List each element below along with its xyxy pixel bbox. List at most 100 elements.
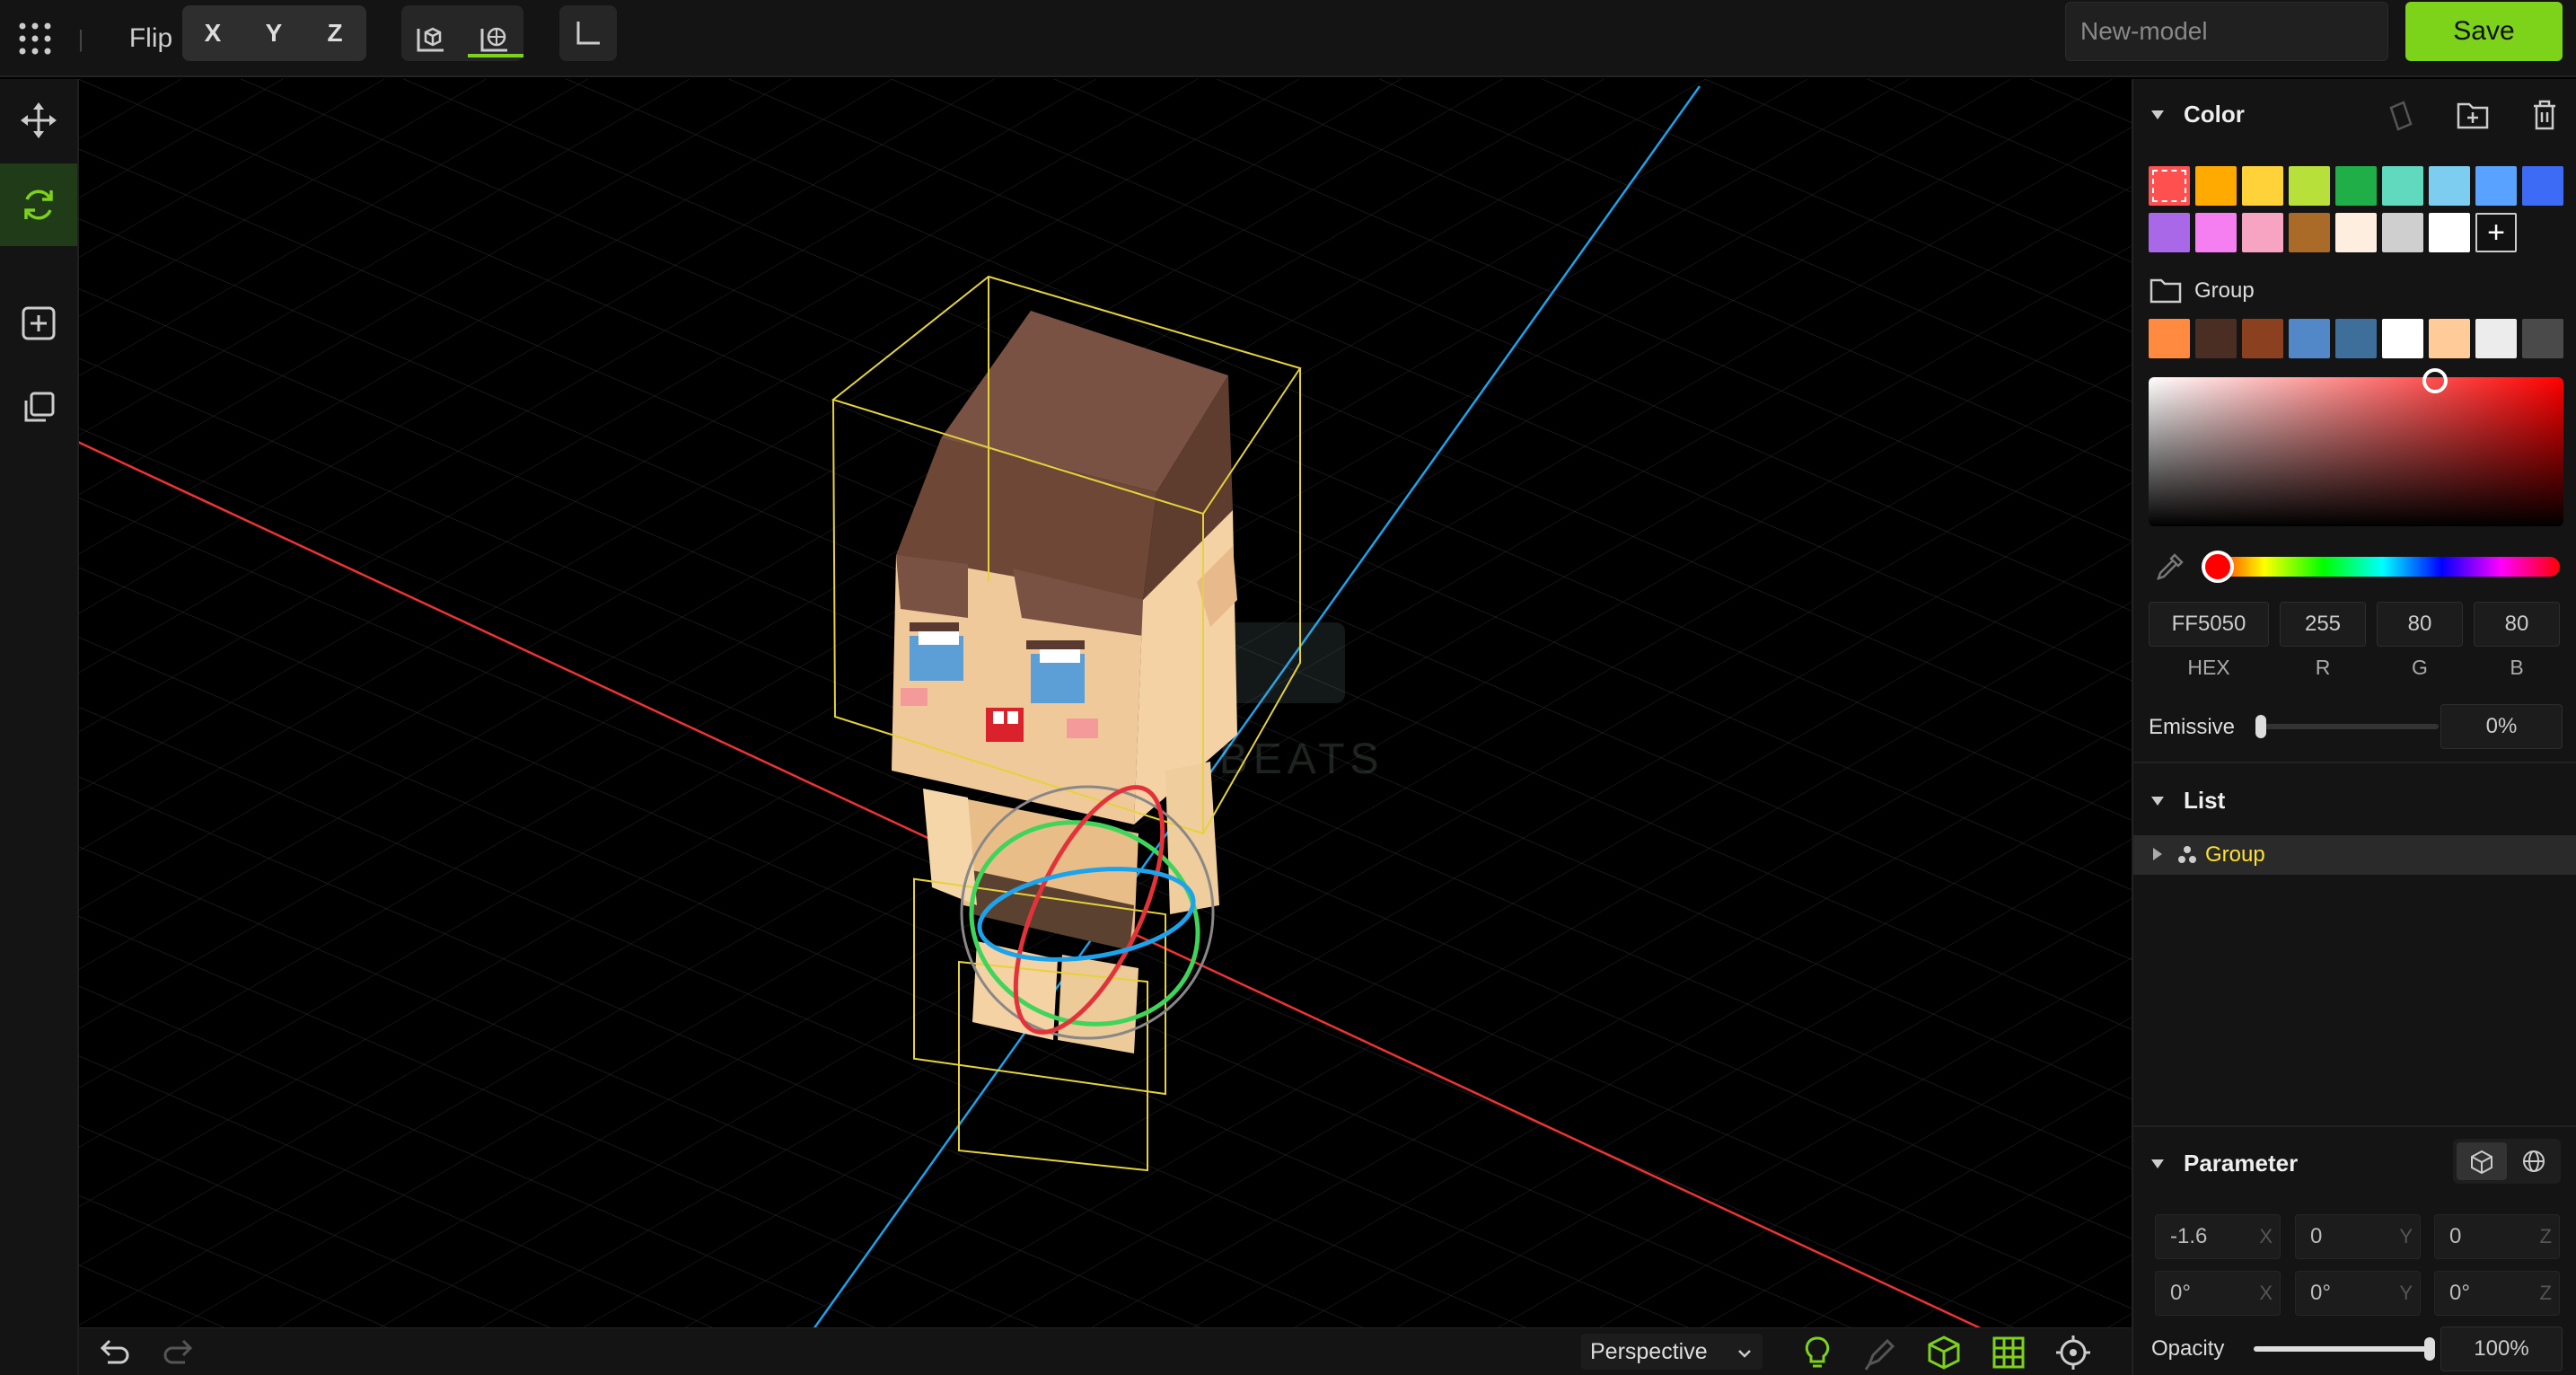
local-space-icon[interactable] <box>409 0 453 77</box>
move-icon <box>21 102 57 138</box>
g-label: G <box>2412 656 2428 679</box>
axis-label-x: X <box>2259 1225 2273 1247</box>
sv-picker-handle[interactable] <box>2422 368 2448 393</box>
saturation-value-picker[interactable] <box>2149 377 2563 526</box>
texture-icon[interactable] <box>2384 99 2418 137</box>
grid-toggle[interactable] <box>1990 1334 2027 1375</box>
position-z-input[interactable]: 0Z <box>2434 1214 2560 1259</box>
redo-button[interactable] <box>160 1335 199 1370</box>
scene-canvas[interactable]: LOCKBEATS <box>79 79 2132 1327</box>
g-input[interactable]: 80 <box>2377 602 2463 647</box>
collapse-triangle-icon <box>2151 796 2164 806</box>
undo-icon <box>100 1339 129 1364</box>
rotation-x-input[interactable]: 0° X <box>2155 1271 2281 1316</box>
group-color-swatch[interactable] <box>2149 319 2190 358</box>
position-y-value: 0 <box>2310 1224 2323 1248</box>
undo-button[interactable] <box>97 1335 136 1370</box>
axis-tool-button[interactable] <box>559 5 617 61</box>
color-section-header[interactable]: Color <box>2151 101 2245 128</box>
emissive-input[interactable]: 0% <box>2440 704 2563 749</box>
color-swatch[interactable] <box>2242 166 2283 206</box>
flip-z-button[interactable]: Z <box>304 5 365 61</box>
add-object-button[interactable] <box>0 282 77 365</box>
rotate-tool-button[interactable] <box>0 163 77 246</box>
color-swatch[interactable] <box>2335 166 2377 206</box>
emissive-slider-handle[interactable] <box>2255 715 2266 738</box>
flip-axis-group: X Y Z <box>182 5 366 61</box>
emissive-slider-track[interactable] <box>2259 724 2439 729</box>
view-mode-select[interactable]: Perspective <box>1581 1334 1763 1370</box>
group-color-swatch[interactable] <box>2195 319 2237 358</box>
hex-input[interactable]: FF5050 <box>2149 602 2269 647</box>
color-swatch[interactable] <box>2382 166 2423 206</box>
group-color-swatch[interactable] <box>2242 319 2283 358</box>
group-palette-label: Group <box>2194 278 2255 303</box>
model-name-input[interactable]: New-model <box>2065 2 2388 61</box>
position-x-input[interactable]: -1.6 X <box>2155 1214 2281 1259</box>
3d-viewport[interactable]: LOCKBEATS <box>79 79 2132 1327</box>
cube-icon <box>1928 1335 1960 1370</box>
opacity-slider-handle[interactable] <box>2424 1337 2435 1361</box>
color-swatch[interactable] <box>2149 166 2190 206</box>
world-space-toggle[interactable] <box>2509 1142 2559 1180</box>
hue-slider[interactable] <box>2205 557 2560 577</box>
parameter-section-header[interactable]: Parameter <box>2151 1150 2298 1177</box>
eyedropper-icon[interactable] <box>2153 550 2187 588</box>
pen-toggle[interactable] <box>1862 1334 1900 1375</box>
group-color-swatch[interactable] <box>2522 319 2563 358</box>
axis-label-z: Z <box>2539 1282 2552 1304</box>
color-swatch[interactable] <box>2242 213 2283 252</box>
grid-icon <box>1992 1336 2025 1369</box>
color-swatch[interactable] <box>2149 213 2190 252</box>
save-button[interactable]: Save <box>2405 2 2563 61</box>
rotation-y-input[interactable]: 0° Y <box>2295 1271 2421 1316</box>
box-view-toggle[interactable] <box>1925 1334 1963 1375</box>
group-color-swatch[interactable] <box>2475 319 2517 358</box>
expand-arrow-icon[interactable] <box>2153 848 2162 860</box>
pen-icon <box>1864 1338 1895 1371</box>
group-color-swatch[interactable] <box>2335 319 2377 358</box>
list-item[interactable]: Group <box>2133 835 2576 875</box>
rotate-icon <box>24 190 53 220</box>
color-swatch[interactable] <box>2335 213 2377 252</box>
color-swatch[interactable] <box>2289 213 2330 252</box>
world-space-icon[interactable] <box>471 0 518 77</box>
color-swatch[interactable] <box>2429 166 2470 206</box>
folder-icon <box>2150 277 2182 310</box>
color-swatch[interactable] <box>2382 213 2423 252</box>
color-swatch[interactable] <box>2195 166 2237 206</box>
color-swatch[interactable] <box>2289 166 2330 206</box>
apps-menu-icon[interactable] <box>13 0 57 77</box>
b-input[interactable]: 80 <box>2474 602 2560 647</box>
left-toolbar <box>0 79 79 1375</box>
import-palette-button[interactable] <box>2455 97 2491 137</box>
duplicate-button[interactable] <box>0 366 77 449</box>
add-swatch-button[interactable]: + <box>2475 213 2517 252</box>
local-space-toggle[interactable] <box>2457 1142 2507 1180</box>
position-y-input[interactable]: 0Y <box>2295 1214 2421 1259</box>
delete-palette-button[interactable] <box>2527 97 2563 137</box>
flip-x-button[interactable]: X <box>182 5 243 61</box>
lightbulb-icon <box>1805 1336 1830 1368</box>
color-swatch[interactable] <box>2475 166 2517 206</box>
group-node-icon <box>2176 844 2198 870</box>
list-section-header[interactable]: List <box>2151 787 2225 815</box>
opacity-input[interactable]: 100% <box>2440 1327 2563 1371</box>
rotation-y-value: 0° <box>2310 1281 2331 1305</box>
group-color-swatch[interactable] <box>2429 319 2470 358</box>
light-toggle[interactable] <box>1798 1334 1836 1375</box>
color-swatch[interactable] <box>2522 166 2563 206</box>
collapse-triangle-icon <box>2151 110 2164 119</box>
color-swatch[interactable] <box>2429 213 2470 252</box>
color-swatch[interactable] <box>2195 213 2237 252</box>
r-input[interactable]: 255 <box>2280 602 2366 647</box>
group-color-swatch[interactable] <box>2382 319 2423 358</box>
rotation-z-input[interactable]: 0° Z <box>2434 1271 2560 1316</box>
focus-button[interactable] <box>2054 1334 2092 1375</box>
flip-y-button[interactable]: Y <box>243 5 304 61</box>
move-tool-button[interactable] <box>0 79 77 162</box>
hue-slider-handle[interactable] <box>2202 551 2234 583</box>
section-divider <box>2133 1125 2576 1127</box>
rotation-z-value: 0° <box>2449 1281 2470 1305</box>
group-color-swatch[interactable] <box>2289 319 2330 358</box>
